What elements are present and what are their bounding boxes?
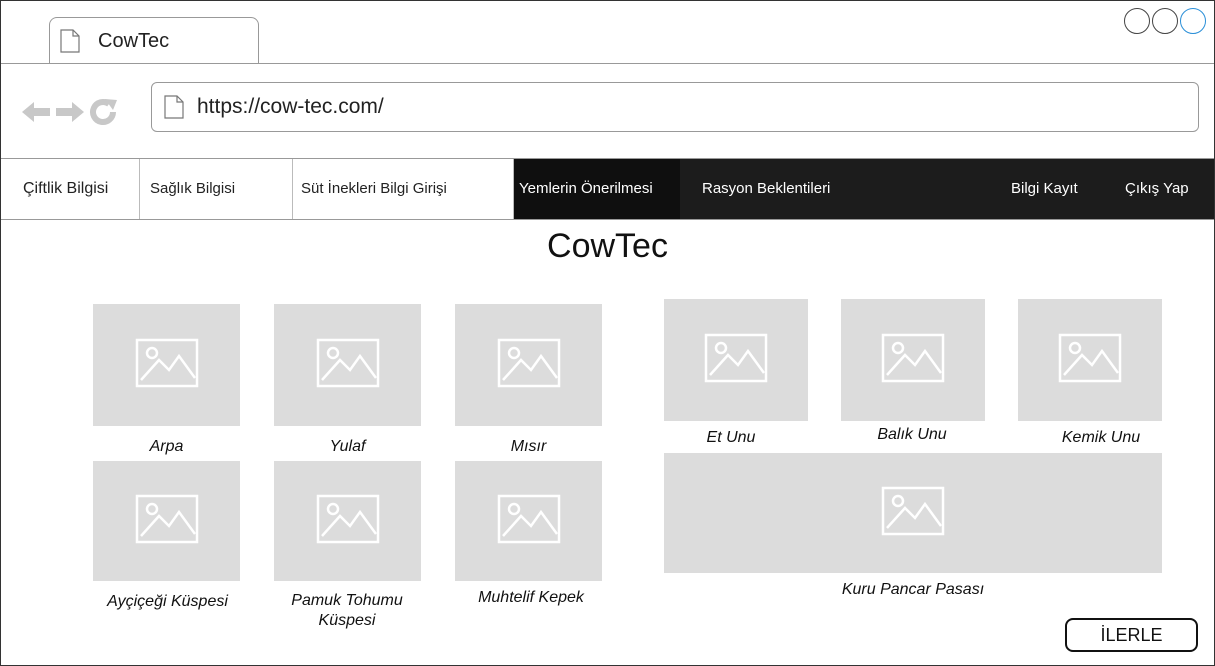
browser-tab[interactable]: CowTec bbox=[49, 17, 259, 63]
image-placeholder-icon bbox=[704, 333, 768, 388]
document-icon bbox=[60, 29, 80, 58]
menu-item-cikis-yap[interactable]: Çıkış Yap bbox=[1100, 159, 1214, 219]
feed-label-misir: Mısır bbox=[510, 438, 547, 455]
feed-label-pamuk-tohumu-kuspesi: Pamuk Tohumu Küspesi bbox=[291, 592, 403, 629]
menu-item-sut-inekleri-bilgi-girisi[interactable]: Süt İnekleri Bilgi Girişi bbox=[293, 159, 514, 219]
menu-item-yemlerin-onerilmesi[interactable]: Yemlerin Önerilmesi bbox=[514, 159, 680, 219]
forward-arrow-icon[interactable] bbox=[55, 100, 85, 129]
menu-item-bilgi-kayit[interactable]: Bilgi Kayıt bbox=[1001, 159, 1100, 219]
close-button[interactable] bbox=[1180, 8, 1206, 34]
feed-image-et-unu[interactable] bbox=[664, 299, 808, 421]
image-placeholder-icon bbox=[135, 494, 199, 549]
navigation-bar bbox=[1, 64, 1214, 159]
feed-label-kemik-unu: Kemik Unu bbox=[1061, 429, 1141, 446]
image-placeholder-icon bbox=[881, 486, 945, 541]
image-placeholder-icon bbox=[135, 338, 199, 393]
browser-window: CowTec Çiftlik Bilgis bbox=[0, 0, 1215, 666]
feed-image-misir[interactable] bbox=[455, 304, 602, 426]
image-placeholder-icon bbox=[497, 494, 561, 549]
feed-image-balik-unu[interactable] bbox=[841, 299, 985, 421]
feed-image-muhtelif-kepek[interactable] bbox=[455, 461, 602, 581]
feed-image-yulaf[interactable] bbox=[274, 304, 421, 426]
minimize-button[interactable] bbox=[1124, 8, 1150, 34]
feed-label-yulaf: Yulaf bbox=[329, 438, 366, 455]
image-placeholder-icon bbox=[1058, 333, 1122, 388]
image-placeholder-icon bbox=[497, 338, 561, 393]
feed-label-muhtelif-kepek: Muhtelif Kepek bbox=[478, 589, 584, 606]
feed-image-aycicegi-kuspesi[interactable] bbox=[93, 461, 240, 581]
feed-image-arpa[interactable] bbox=[93, 304, 240, 426]
feed-image-kemik-unu[interactable] bbox=[1018, 299, 1162, 421]
image-placeholder-icon bbox=[316, 338, 380, 393]
tab-title: CowTec bbox=[98, 30, 170, 52]
image-placeholder-icon bbox=[316, 494, 380, 549]
reload-icon[interactable] bbox=[89, 98, 119, 131]
url-input[interactable] bbox=[197, 93, 1177, 121]
image-placeholder-icon bbox=[881, 333, 945, 388]
next-button[interactable]: İLERLE bbox=[1065, 618, 1198, 652]
maximize-button[interactable] bbox=[1152, 8, 1178, 34]
address-bar bbox=[151, 82, 1199, 132]
menu-item-ciftlik-bilgisi[interactable]: Çiftlik Bilgisi bbox=[1, 159, 140, 219]
window-controls bbox=[1124, 8, 1206, 34]
page-icon bbox=[164, 95, 184, 124]
feed-label-et-unu: Et Unu bbox=[706, 429, 756, 446]
page-title: CowTec bbox=[547, 227, 668, 265]
feed-image-pamuk-tohumu-kuspesi[interactable] bbox=[274, 461, 421, 581]
feed-label-kuru-pancar-pasasi: Kuru Pancar Pasası bbox=[841, 581, 985, 598]
nav-buttons bbox=[21, 98, 119, 131]
top-menu: Çiftlik Bilgisi Sağlık Bilgisi Süt İnekl… bbox=[1, 159, 1214, 220]
back-arrow-icon[interactable] bbox=[21, 100, 51, 129]
menu-item-saglik-bilgisi[interactable]: Sağlık Bilgisi bbox=[140, 159, 293, 219]
feed-label-aycicegi-kuspesi: Ayçiçeği Küspesi bbox=[107, 593, 228, 610]
tab-bar: CowTec bbox=[1, 1, 1214, 64]
feed-label-arpa: Arpa bbox=[149, 438, 184, 455]
feed-label-balik-unu: Balık Unu bbox=[877, 426, 947, 443]
feed-image-kuru-pancar-pasasi[interactable] bbox=[664, 453, 1162, 573]
